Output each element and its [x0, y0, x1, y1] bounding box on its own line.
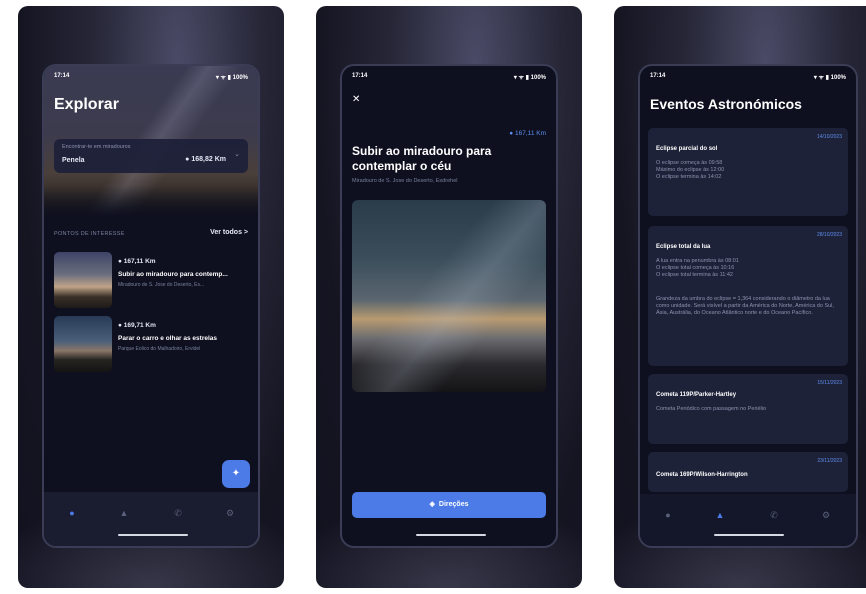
- event-description: A lua entra na penumbra às 08:01 O eclip…: [656, 258, 739, 278]
- list-item[interactable]: ● 169,71 Km Parar o carro e olhar as est…: [54, 316, 252, 372]
- status-time: 17:14: [650, 73, 666, 79]
- gear-icon[interactable]: ⚙: [220, 508, 240, 519]
- close-icon[interactable]: ✕: [352, 94, 360, 105]
- event-card[interactable]: 28/10/2023 Eclipse total da lua A lua en…: [648, 226, 848, 366]
- location-distance: ● 168,82 Km: [185, 156, 226, 163]
- location-value: Penela: [62, 157, 85, 164]
- see-all-link[interactable]: Ver todos >: [210, 229, 248, 236]
- poi-thumbnail: [54, 316, 112, 372]
- event-description: Cometa Periódico com passagem no Periéli…: [656, 406, 767, 412]
- detail-subtitle: Miradouro de S. Jose do Deserto, Esdrehe…: [352, 178, 458, 184]
- phone-screen-explore: 17:14 ▾ ᯤ ▮ 100% Explorar Encontrar-te e…: [42, 64, 260, 548]
- status-icons: ▾ ᯤ ▮ 100%: [513, 75, 546, 81]
- event-name: Cometa 169P/Wilson-Harrington: [656, 472, 748, 478]
- status-icons: ▾ ᯤ ▮ 100%: [813, 75, 846, 81]
- phone-screen-events: 17:14 ▾ ᯤ ▮ 100% Eventos Astronómicos 14…: [638, 64, 858, 548]
- promo-card-events: 17:14 ▾ ᯤ ▮ 100% Eventos Astronómicos 14…: [614, 6, 866, 588]
- event-date: 23/11/2023: [817, 458, 842, 464]
- location-selector[interactable]: Encontrar-te em miradouros Penela ● 168,…: [54, 139, 248, 173]
- status-bar: 17:14 ▾ ᯤ ▮ 100%: [650, 73, 846, 83]
- poi-title: Parar o carro e olhar as estrelas: [118, 335, 218, 342]
- event-name: Eclipse parcial do sol: [656, 146, 718, 152]
- home-indicator: [416, 534, 486, 536]
- status-time: 17:14: [352, 73, 368, 79]
- list-item[interactable]: ● 167,11 Km Subir ao miradouro para cont…: [54, 252, 252, 308]
- event-name: Cometa 119P/Parker-Hartley: [656, 392, 737, 398]
- navigation-icon: ◈: [429, 501, 435, 508]
- status-bar: 17:14 ▾ ᯤ ▮ 100%: [54, 73, 248, 83]
- poi-section-header: PONTOS DE INTERESSE Ver todos >: [54, 229, 248, 241]
- poi-thumbnail: [54, 252, 112, 308]
- status-time: 17:14: [54, 73, 70, 79]
- location-label: Encontrar-te em miradouros: [62, 144, 131, 150]
- compass-icon[interactable]: ●: [62, 508, 82, 518]
- section-title: PONTOS DE INTERESSE: [54, 231, 125, 237]
- phone-screen-detail: 17:14 ▾ ᯤ ▮ 100% ✕ ● 167,11 Km Subir ao …: [340, 64, 558, 548]
- compass-icon[interactable]: ●: [658, 510, 678, 520]
- detail-distance: ● 167,11 Km: [509, 130, 546, 137]
- poi-distance: ● 169,71 Km: [118, 322, 156, 329]
- poi-subtitle: Parque Eolico do Malhadoiro, Ervidel: [118, 346, 201, 352]
- status-bar: 17:14 ▾ ᯤ ▮ 100%: [352, 73, 546, 83]
- directions-button-label: Direções: [438, 501, 469, 508]
- home-indicator: [714, 534, 784, 536]
- detail-title: Subir ao miradouro para contemplar o céu: [352, 144, 492, 173]
- event-description: O eclipse começa às 09:58 Máximo do ecli…: [656, 160, 725, 180]
- poi-title: Subir ao miradouro para contemp...: [118, 271, 228, 278]
- promo-card-explore: 17:14 ▾ ᯤ ▮ 100% Explorar Encontrar-te e…: [18, 6, 284, 588]
- bottom-navigation: ● ▲ ✆ ⚙: [640, 494, 856, 546]
- chevron-down-icon: ⌄: [234, 151, 240, 158]
- promo-card-detail: 17:14 ▾ ᯤ ▮ 100% ✕ ● 167,11 Km Subir ao …: [316, 6, 582, 588]
- mountain-icon[interactable]: ▲: [114, 508, 134, 518]
- phone-icon[interactable]: ✆: [168, 508, 188, 519]
- status-icons: ▾ ᯤ ▮ 100%: [215, 75, 248, 81]
- event-card[interactable]: 14/10/2023 Eclipse parcial do sol O ecli…: [648, 128, 848, 216]
- bottom-navigation: ● ▲ ✆ ⚙: [44, 492, 258, 546]
- poi-distance: ● 167,11 Km: [118, 258, 156, 265]
- home-indicator: [118, 534, 188, 536]
- event-date: 15/11/2023: [817, 380, 842, 386]
- event-card[interactable]: 23/11/2023 Cometa 169P/Wilson-Harrington: [648, 452, 848, 492]
- event-extra-description: Grandeza da umbra do eclipse = 1,364 con…: [656, 296, 834, 316]
- add-location-button[interactable]: ✦: [222, 460, 250, 488]
- mountain-icon[interactable]: ▲: [710, 510, 730, 520]
- event-name: Eclipse total da lua: [656, 244, 711, 250]
- event-date: 14/10/2023: [816, 134, 842, 140]
- event-card[interactable]: 15/11/2023 Cometa 119P/Parker-Hartley Co…: [648, 374, 848, 444]
- page-title: Explorar: [54, 96, 119, 113]
- event-date: 28/10/2023: [816, 232, 842, 238]
- gear-icon[interactable]: ⚙: [816, 510, 836, 521]
- page-title: Eventos Astronómicos: [650, 96, 802, 112]
- phone-icon[interactable]: ✆: [764, 510, 784, 521]
- milky-way-photo: [352, 200, 546, 392]
- poi-subtitle: Miradouro de S. Jose do Deserto, Es...: [118, 282, 205, 288]
- directions-button[interactable]: ◈ Direções: [352, 492, 546, 518]
- telescope-icon: ✦: [231, 468, 241, 479]
